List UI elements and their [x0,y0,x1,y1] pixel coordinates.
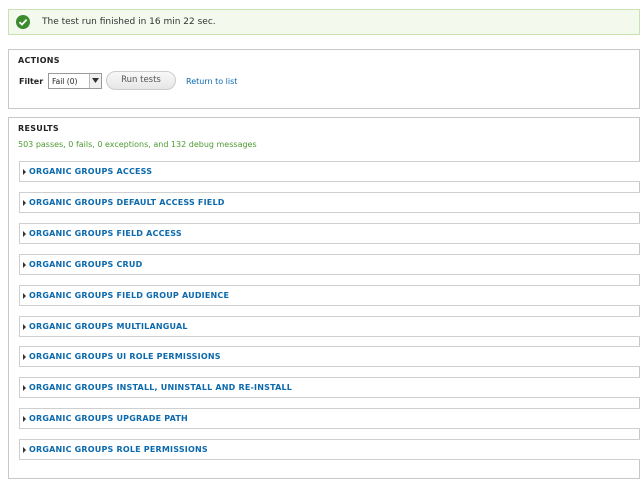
result-group-multilangual[interactable]: ORGANIC GROUPS MULTILANGUAL [19,316,640,337]
result-group-title: ORGANIC GROUPS MULTILANGUAL [29,322,188,331]
result-group-title: ORGANIC GROUPS UPGRADE PATH [29,414,188,423]
result-group-crud[interactable]: ORGANIC GROUPS CRUD [19,254,640,275]
filter-select[interactable]: Fail (0) [48,73,102,89]
result-group-install-uninstall[interactable]: ORGANIC GROUPS INSTALL, UNINSTALL AND RE… [19,377,640,398]
filter-select-value: Fail (0) [52,77,78,86]
result-group-title: ORGANIC GROUPS UI ROLE PERMISSIONS [29,352,221,361]
result-group-role-permissions[interactable]: ORGANIC GROUPS ROLE PERMISSIONS [19,439,640,460]
result-group-access[interactable]: ORGANIC GROUPS ACCESS [19,161,640,182]
result-group-ui-role-permissions[interactable]: ORGANIC GROUPS UI ROLE PERMISSIONS [19,346,640,367]
result-group-title: ORGANIC GROUPS INSTALL, UNINSTALL AND RE… [29,383,293,392]
triangle-right-icon [23,416,26,422]
triangle-right-icon [23,385,26,391]
triangle-right-icon [23,262,26,268]
check-circle-icon [16,15,30,29]
results-fieldset: RESULTS 503 passes, 0 fails, 0 exception… [8,117,640,479]
status-message: The test run finished in 16 min 22 sec. [8,9,640,35]
return-to-list-link[interactable]: Return to list [186,77,237,86]
result-group-title: ORGANIC GROUPS FIELD GROUP AUDIENCE [29,291,230,300]
result-group-field-group-audience[interactable]: ORGANIC GROUPS FIELD GROUP AUDIENCE [19,285,640,306]
triangle-right-icon [23,354,26,360]
result-group-title: ORGANIC GROUPS FIELD ACCESS [29,229,182,238]
triangle-right-icon [23,447,26,453]
run-tests-button[interactable]: Run tests [106,71,176,90]
filter-label: Filter [19,77,44,86]
result-group-upgrade-path[interactable]: ORGANIC GROUPS UPGRADE PATH [19,408,640,429]
chevron-down-icon [89,74,101,88]
result-group-title: ORGANIC GROUPS DEFAULT ACCESS FIELD [29,198,225,207]
result-group-title: ORGANIC GROUPS ROLE PERMISSIONS [29,445,208,454]
result-group-title: ORGANIC GROUPS ACCESS [29,167,153,176]
triangle-right-icon [23,324,26,330]
actions-fieldset: ACTIONS Filter Fail (0) Run tests Return… [8,49,640,109]
result-group-field-access[interactable]: ORGANIC GROUPS FIELD ACCESS [19,223,640,244]
triangle-right-icon [23,200,26,206]
results-summary: 503 passes, 0 fails, 0 exceptions, and 1… [18,140,257,149]
result-group-title: ORGANIC GROUPS CRUD [29,260,143,269]
actions-legend: ACTIONS [18,56,60,65]
result-group-default-access-field[interactable]: ORGANIC GROUPS DEFAULT ACCESS FIELD [19,192,640,213]
triangle-right-icon [23,231,26,237]
status-text: The test run finished in 16 min 22 sec. [42,17,216,27]
results-legend: RESULTS [18,124,59,133]
triangle-right-icon [23,169,26,175]
triangle-right-icon [23,293,26,299]
